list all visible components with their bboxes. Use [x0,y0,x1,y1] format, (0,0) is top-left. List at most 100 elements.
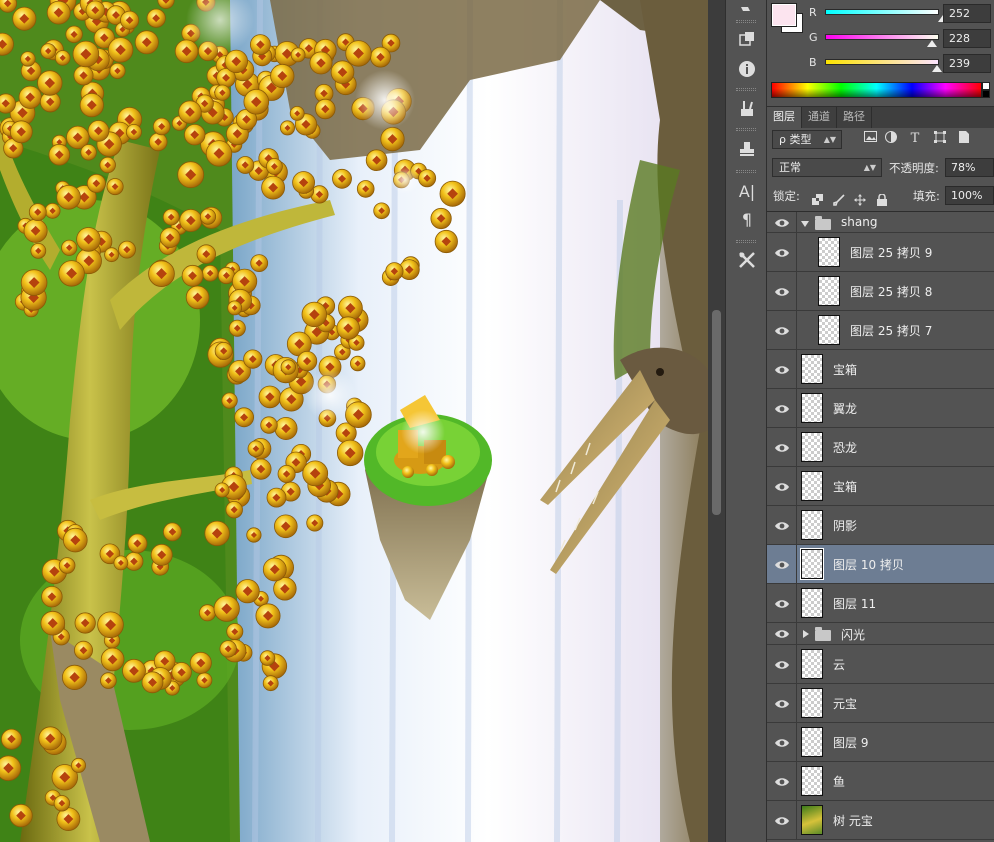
layer-row[interactable]: 宝箱 [767,350,994,389]
lock-image-pixels-icon[interactable] [833,194,845,206]
visibility-toggle[interactable] [767,684,797,722]
layer-thumbnail[interactable] [801,805,823,835]
visibility-toggle[interactable] [767,467,797,505]
blue-value-field[interactable]: 239 [943,54,991,73]
blue-slider-thumb[interactable] [932,65,942,72]
layer-row[interactable]: 图层 25 拷贝 9 [767,233,994,272]
layer-row[interactable]: 阴影 [767,506,994,545]
info-icon[interactable] [732,56,762,82]
green-slider-thumb[interactable] [927,40,937,47]
blend-mode-dropdown[interactable]: 正常 ▲▼ [772,158,882,177]
green-value-field[interactable]: 228 [943,29,991,48]
artwork [0,0,708,842]
layer-thumbnail[interactable] [801,354,823,384]
layer-thumbnail[interactable] [818,315,840,345]
visibility-toggle[interactable] [767,428,797,466]
opacity-field[interactable]: 78% [945,158,994,177]
visibility-toggle[interactable] [767,506,797,544]
layer-thumbnail[interactable] [801,588,823,618]
green-slider-track[interactable] [825,34,939,40]
adjustment-filter-icon[interactable] [884,131,898,145]
tab-paths[interactable]: 路径 [837,107,872,128]
document-canvas[interactable] [0,0,708,842]
layer-row[interactable]: 图层 9 [767,723,994,762]
3d-object-icon[interactable] [732,26,762,52]
layer-thumbnail[interactable] [801,727,823,757]
layer-thumbnail[interactable] [801,688,823,718]
layer-row[interactable]: 鱼 [767,762,994,801]
layer-name: 元宝 [833,697,858,711]
visibility-toggle[interactable] [767,723,797,761]
layer-group-row[interactable]: 闪光 [767,623,994,645]
layer-row[interactable]: 图层 10 拷贝 [767,545,994,584]
layer-row[interactable]: 翼龙 [767,389,994,428]
visibility-toggle[interactable] [767,623,797,644]
layer-thumbnail[interactable] [801,549,823,579]
layer-thumbnail[interactable] [801,649,823,679]
layer-row[interactable]: 云 [767,645,994,684]
layer-row[interactable]: 元宝 [767,684,994,723]
tool-presets-icon[interactable] [732,247,762,273]
visibility-toggle[interactable] [767,545,797,583]
layer-thumbnail[interactable] [801,393,823,423]
type-filter-icon[interactable]: T [908,131,922,146]
eye-icon [775,248,789,257]
clone-source-icon[interactable] [732,136,762,162]
visibility-toggle[interactable] [767,762,797,800]
strip-grip[interactable] [736,88,756,91]
tab-layers[interactable]: 图层 [767,107,802,128]
red-value-field[interactable]: 252 [943,4,991,23]
strip-grip[interactable] [736,128,756,131]
layer-row[interactable]: 图层 25 拷贝 7 [767,311,994,350]
layer-thumbnail[interactable] [818,276,840,306]
paragraph-icon[interactable]: ¶ [732,206,762,232]
character-icon[interactable]: A| [732,178,762,204]
strip-grip[interactable] [736,240,756,243]
history-brush-icon[interactable] [732,0,762,26]
fill-field[interactable]: 100% [945,186,994,205]
layer-thumbnail[interactable] [818,237,840,267]
canvas-vertical-scrollbar[interactable] [708,0,725,842]
layer-group-row[interactable]: shang [767,212,994,233]
smart-object-filter-icon[interactable] [957,131,971,145]
scrollbar-thumb[interactable] [712,310,721,515]
layer-row[interactable]: 宝箱 [767,467,994,506]
visibility-toggle[interactable] [767,584,797,622]
brushes-icon[interactable] [732,96,762,122]
foreground-color-swatch[interactable] [772,4,796,26]
lock-transparent-pixels-icon[interactable] [811,194,823,206]
visibility-toggle[interactable] [767,645,797,683]
layer-thumbnail[interactable] [801,510,823,540]
visibility-toggle[interactable] [767,212,797,232]
layer-thumbnail[interactable] [801,766,823,796]
shape-filter-icon[interactable] [933,131,947,145]
color-spectrum-ramp[interactable] [771,82,982,98]
visibility-toggle[interactable] [767,389,797,427]
layer-name: 鱼 [833,775,846,789]
visibility-toggle[interactable] [767,350,797,388]
folder-icon [815,627,831,641]
chevron-down-icon[interactable] [801,220,809,227]
eye-icon [775,365,789,374]
visibility-toggle[interactable] [767,272,797,310]
visibility-toggle[interactable] [767,233,797,271]
strip-grip[interactable] [736,170,756,173]
blue-slider-track[interactable] [825,59,939,65]
pixel-filter-icon[interactable] [863,131,877,145]
layer-row[interactable]: 树 元宝 [767,801,994,840]
layer-row[interactable]: 恐龙 [767,428,994,467]
layer-thumbnail[interactable] [801,432,823,462]
black-swatch[interactable] [982,90,990,98]
layer-row[interactable]: 图层 11 [767,584,994,623]
lock-position-icon[interactable] [854,194,866,206]
layer-thumbnail[interactable] [801,471,823,501]
visibility-toggle[interactable] [767,311,797,349]
red-slider-track[interactable] [825,9,939,15]
filter-kind-dropdown[interactable]: ρ 类型 ▲▼ [772,130,842,149]
white-swatch[interactable] [982,82,990,90]
tab-channels[interactable]: 通道 [802,107,837,128]
visibility-toggle[interactable] [767,801,797,839]
chevron-right-icon[interactable] [803,630,809,638]
lock-all-icon[interactable] [876,193,888,206]
layer-row[interactable]: 图层 25 拷贝 8 [767,272,994,311]
